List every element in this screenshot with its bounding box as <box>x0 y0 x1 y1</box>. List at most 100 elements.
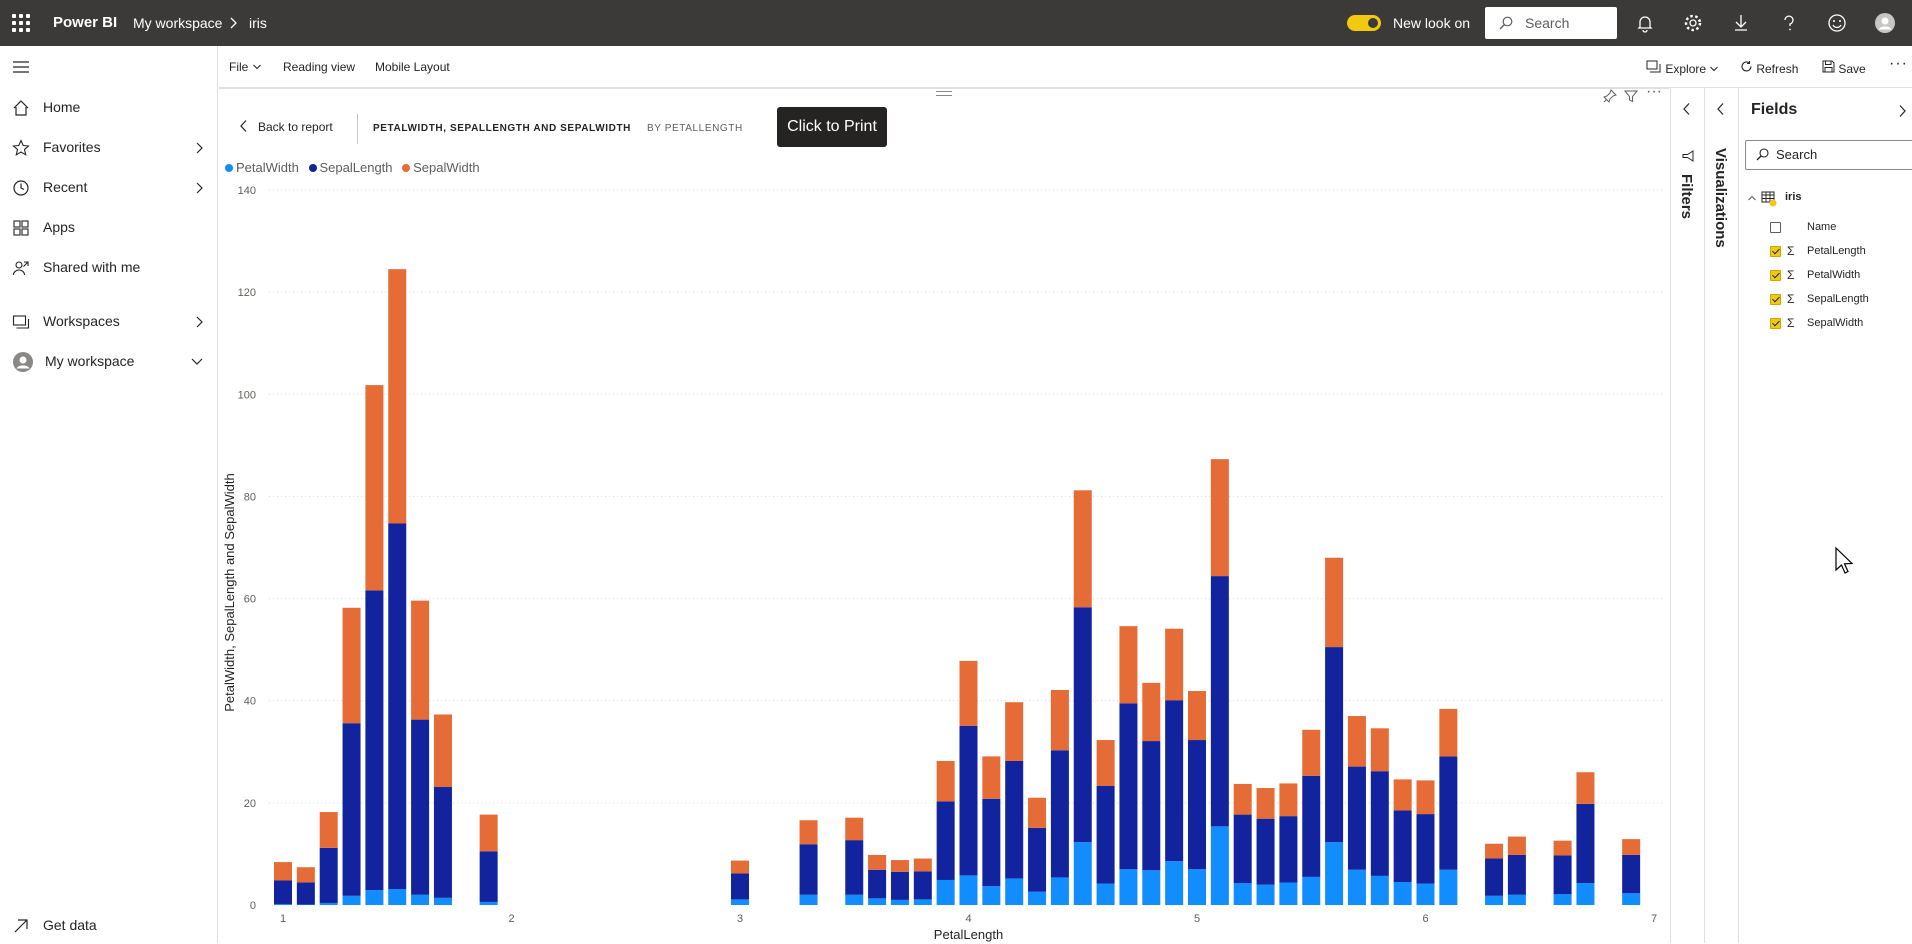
bar-sepalwidth <box>433 714 452 788</box>
bar-petalwidth <box>1622 893 1641 905</box>
breadcrumb-report[interactable]: iris <box>249 0 267 46</box>
bar-sepalwidth <box>319 812 338 848</box>
field-name: PetalLength <box>1807 245 1866 257</box>
field-name: PetalWidth <box>1807 269 1861 281</box>
bar-sepallength <box>731 873 749 900</box>
bar-petalwidth <box>731 899 749 905</box>
refresh-button[interactable]: Refresh <box>1740 60 1798 76</box>
chevron-right-icon[interactable] <box>194 315 204 329</box>
breadcrumb-workspace[interactable]: My workspace <box>133 0 222 46</box>
x-tick-label: 7 <box>1651 913 1657 925</box>
bar-petalwidth <box>1073 842 1092 905</box>
chevron-right-icon[interactable] <box>1897 104 1907 118</box>
more-options-icon[interactable]: ··· <box>1889 55 1908 73</box>
nav-item-recent[interactable]: Recent <box>0 170 218 206</box>
field-item-sepalwidth[interactable]: Σ SepalWidth <box>1739 315 1912 335</box>
fields-search-placeholder: Search <box>1776 147 1818 162</box>
field-item-sepallength[interactable]: Σ SepalLength <box>1739 291 1912 311</box>
bar-sepalwidth <box>890 860 909 872</box>
visualizations-pane: Visualizations <box>1704 88 1738 943</box>
field-checkbox[interactable] <box>1770 318 1781 329</box>
bar-petalwidth <box>799 894 818 905</box>
field-checkbox[interactable] <box>1770 222 1781 233</box>
field-name: SepalLength <box>1807 293 1869 305</box>
bar-sepallength <box>982 798 1001 887</box>
nav-item-get-data[interactable]: Get data <box>0 908 218 944</box>
smiley-icon[interactable] <box>1826 12 1848 34</box>
bar-petalwidth <box>1119 869 1138 905</box>
help-icon[interactable] <box>1778 12 1800 34</box>
bar-sepallength <box>799 844 818 895</box>
bar-sepalwidth <box>1393 779 1412 811</box>
save-icon <box>1822 60 1835 73</box>
nav-item-shared-with-me[interactable]: Shared with me <box>0 250 218 286</box>
field-item-petalwidth[interactable]: Σ PetalWidth <box>1739 267 1912 287</box>
avatar-icon[interactable] <box>1874 12 1896 34</box>
sigma-icon: Σ <box>1787 268 1795 282</box>
app-name[interactable]: Power BI <box>53 0 117 46</box>
bar-petalwidth <box>365 890 384 905</box>
nav-item-favorites[interactable]: Favorites <box>0 130 218 166</box>
field-item-name[interactable]: Name <box>1739 219 1912 239</box>
field-table-iris[interactable]: iris <box>1739 189 1912 209</box>
explore-label: Explore <box>1665 62 1707 76</box>
file-menu[interactable]: File <box>229 60 262 74</box>
bell-icon[interactable] <box>1634 12 1656 34</box>
visualizations-label[interactable]: Visualizations <box>1712 148 1729 248</box>
bar-sepallength <box>1210 576 1229 827</box>
chevron-down-icon <box>252 64 261 70</box>
filters-label[interactable]: Filters <box>1678 174 1695 219</box>
bar-sepalwidth <box>1347 716 1366 767</box>
y-tick-label: 40 <box>244 696 256 708</box>
y-tick-label: 100 <box>238 389 256 401</box>
bar-sepallength <box>1188 740 1206 870</box>
nav-item-apps[interactable]: Apps <box>0 210 218 246</box>
chevron-right-icon[interactable] <box>194 181 204 195</box>
chevron-left-icon[interactable] <box>1682 102 1692 116</box>
chevron-down-icon[interactable] <box>190 357 204 367</box>
bar-sepallength <box>365 590 384 891</box>
workspaces-icon <box>12 315 30 329</box>
search-icon <box>1499 16 1513 30</box>
gear-icon[interactable] <box>1682 12 1704 34</box>
nav-item-home[interactable]: Home <box>0 90 218 126</box>
chevron-right-icon[interactable] <box>194 141 204 155</box>
nav-item-my-workspace[interactable]: My workspace <box>0 344 218 380</box>
y-tick-label: 120 <box>238 287 256 299</box>
save-button[interactable]: Save <box>1822 60 1866 76</box>
bar-sepalwidth <box>1553 840 1572 856</box>
bar-sepallength <box>1028 827 1047 892</box>
bar-sepallength <box>1165 700 1184 862</box>
bar-sepalwidth <box>296 867 315 883</box>
bar-sepalwidth <box>868 854 887 870</box>
bar-petalwidth <box>388 889 407 905</box>
shared-icon <box>12 261 29 276</box>
bar-sepallength <box>1347 766 1366 870</box>
field-checkbox[interactable] <box>1770 246 1781 257</box>
bar-sepalwidth <box>1325 557 1344 648</box>
field-checkbox[interactable] <box>1770 270 1781 281</box>
reading-view-button[interactable]: Reading view <box>283 60 355 74</box>
bar-petalwidth <box>1142 870 1161 905</box>
bar-sepalwidth <box>731 860 749 874</box>
mobile-layout-button[interactable]: Mobile Layout <box>375 60 450 74</box>
new-look-toggle[interactable] <box>1347 15 1381 31</box>
bar-petalwidth <box>1028 891 1047 905</box>
chevron-up-icon[interactable] <box>1747 194 1757 202</box>
fields-search-input[interactable]: Search <box>1745 140 1912 170</box>
filters-pane: Filters <box>1670 88 1704 943</box>
field-checkbox[interactable] <box>1770 294 1781 305</box>
field-item-petallength[interactable]: Σ PetalLength <box>1739 243 1912 263</box>
hamburger-icon[interactable] <box>12 60 30 74</box>
nav-item-workspaces[interactable]: Workspaces <box>0 304 218 340</box>
explore-button[interactable]: Explore <box>1646 60 1719 76</box>
bar-petalwidth <box>1325 842 1344 905</box>
bar-sepalwidth <box>342 607 361 724</box>
bar-sepalwidth <box>1142 682 1161 742</box>
download-icon[interactable] <box>1730 12 1752 34</box>
chevron-down-icon <box>1710 66 1719 72</box>
chevron-left-icon[interactable] <box>1716 102 1726 116</box>
waffle-icon[interactable] <box>12 14 30 32</box>
bar-sepallength <box>1096 786 1115 884</box>
top-search-input[interactable]: Search <box>1485 7 1617 39</box>
